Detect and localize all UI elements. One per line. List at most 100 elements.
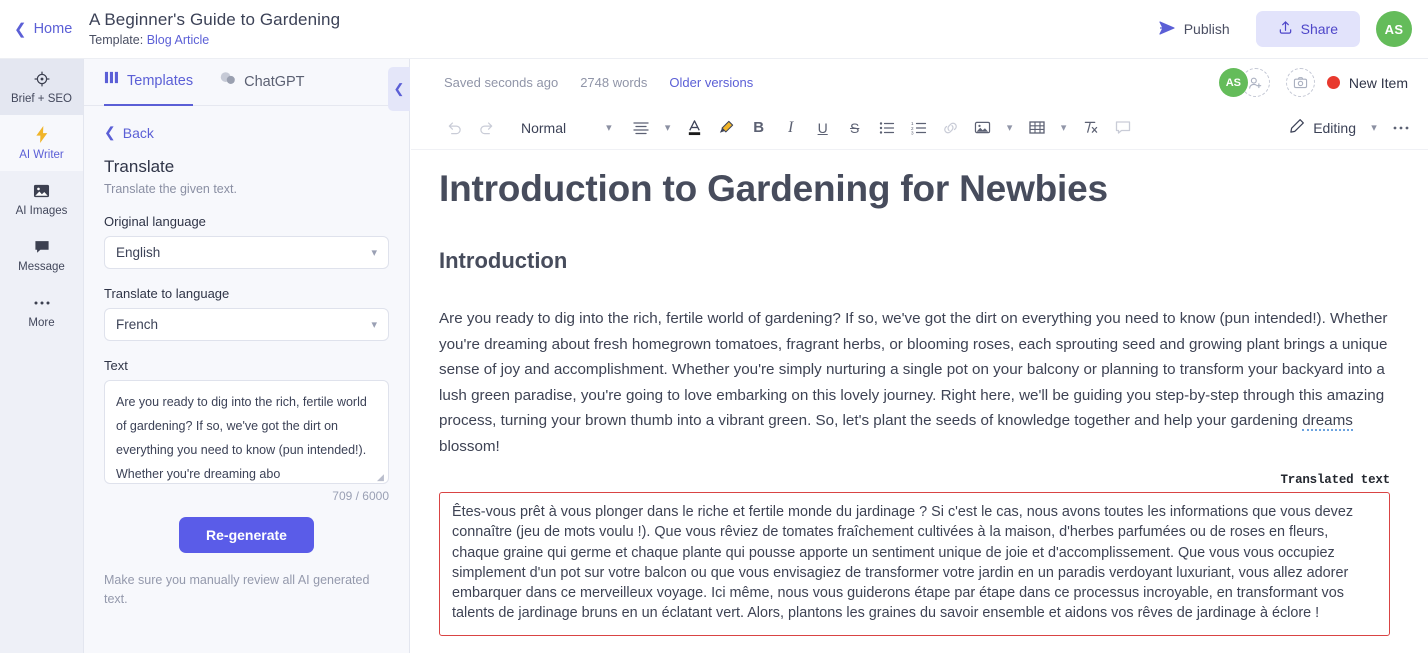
document-paragraph: Are you ready to dig into the rich, fert… [439,306,1390,459]
bold-icon[interactable]: B [744,113,774,143]
target-icon [33,69,50,88]
text-color-icon[interactable] [680,113,710,143]
chevron-left-icon: ❮ [104,124,116,140]
template-prefix-label: Template: [89,33,144,47]
bullet-list-icon[interactable] [872,113,902,143]
editing-mode-button[interactable]: Editing [1283,118,1362,137]
rail-item-ai-images[interactable]: AI Images [0,171,83,227]
avatar[interactable]: AS [1376,11,1412,47]
ai-disclaimer-note: Make sure you manually review all AI gen… [104,573,370,606]
align-caret-icon[interactable]: ▾ [658,113,678,143]
template-link[interactable]: Blog Article [147,33,210,47]
text-input-value: Are you ready to dig into the rich, fert… [116,395,367,481]
comment-icon[interactable] [1108,113,1138,143]
editing-caret-icon[interactable]: ▾ [1364,113,1384,143]
tab-templates[interactable]: Templates [104,58,194,106]
document-canvas[interactable]: Introduction to Gardening for Newbies In… [411,150,1428,653]
rail-label: AI Images [15,205,68,217]
left-icon-rail: Brief + SEO AI Writer AI Images Message … [0,59,84,653]
rail-item-more[interactable]: More [0,283,83,339]
paragraph-text-part-1: Are you ready to dig into the rich, fert… [439,310,1388,429]
rail-label: AI Writer [19,149,64,161]
avatar[interactable]: AS [1218,68,1248,97]
pencil-icon [1289,118,1305,137]
editor-area: Saved seconds ago 2748 words Older versi… [411,59,1428,653]
rail-item-message[interactable]: Message [0,227,83,283]
rail-label: Message [18,261,65,273]
text-field-label: Text [104,358,128,373]
chevron-left-icon: ❮ [393,81,405,96]
chevron-down-icon: ▾ [606,122,612,134]
publish-button[interactable]: Publish [1149,15,1240,44]
original-language-select[interactable]: English ▾ [104,236,389,269]
share-button[interactable]: Share [1255,11,1360,47]
chevron-down-icon: ▾ [371,319,377,331]
collapse-panel-button[interactable]: ❮ [388,67,410,111]
rail-item-brief-seo[interactable]: Brief + SEO [0,59,83,115]
resize-handle-icon[interactable]: ◢ [377,473,386,482]
image-icon[interactable] [968,113,998,143]
top-bar-actions: Publish Share AS [1149,11,1428,47]
panel-title: Translate [104,157,175,176]
underline-icon[interactable]: U [808,113,838,143]
send-icon [1159,20,1176,38]
lightning-icon [35,125,49,144]
document-title-group: A Beginner's Guide to Gardening Template… [89,9,340,49]
strikethrough-icon[interactable]: S [840,113,870,143]
spellcheck-word: dreams [1302,412,1353,431]
template-line: Template: Blog Article [89,31,340,49]
translated-text-box[interactable]: Êtes-vous prêt à vous plonger dans le ri… [439,492,1390,636]
link-icon[interactable] [936,113,966,143]
chat-icon [219,59,236,106]
original-language-value: English [116,245,161,260]
regenerate-button[interactable]: Re-generate [179,517,314,553]
publish-label: Publish [1183,21,1230,37]
target-language-select[interactable]: French ▾ [104,308,389,341]
ellipsis-icon [33,293,51,312]
rail-label: More [28,317,55,329]
translated-text-content: Êtes-vous prêt à vous plonger dans le ri… [452,504,1354,622]
italic-icon[interactable]: I [776,113,806,143]
saved-status: Saved seconds ago [444,75,559,90]
home-label: Home [33,21,73,37]
editing-label: Editing [1313,119,1356,136]
redo-icon[interactable] [471,113,501,143]
back-label: Back [122,124,154,141]
add-image-icon[interactable] [1285,68,1315,97]
older-versions-link[interactable]: Older versions [669,75,753,90]
templates-icon [104,58,119,105]
paragraph-text-part-2: blossom! [439,437,500,455]
message-icon [34,237,50,256]
align-icon[interactable] [626,113,656,143]
left-panel: Templates ChatGPT ❮ ❮ Back Translate Tra… [84,59,410,653]
character-counter: 709 / 6000 [332,489,389,503]
tab-label: Templates [127,72,194,89]
paragraph-style-select[interactable]: Normal ▾ [517,120,616,136]
chevron-down-icon: ▾ [371,247,377,259]
editor-status-actions: AS New Item [1218,68,1412,97]
text-input[interactable]: Are you ready to dig into the rich, fert… [104,380,389,484]
table-caret-icon[interactable]: ▾ [1054,113,1074,143]
share-label: Share [1300,21,1338,37]
panel-body: ❮ Back Translate Translate the given tex… [84,106,409,609]
home-link[interactable]: ❮ Home [0,21,84,37]
document-heading-2: Introduction [439,248,568,273]
more-options-icon[interactable] [1386,113,1416,143]
new-item-label: New Item [1348,74,1408,91]
highlighter-icon[interactable] [712,113,742,143]
toolbar-right-group: Editing ▾ [1283,113,1416,143]
top-bar: ❮ Home A Beginner's Guide to Gardening T… [0,0,1428,59]
table-icon[interactable] [1022,113,1052,143]
clear-format-icon[interactable] [1076,113,1106,143]
undo-icon[interactable] [439,113,469,143]
back-button[interactable]: ❮ Back [104,124,389,141]
tab-chatgpt[interactable]: ChatGPT [219,59,305,106]
numbered-list-icon[interactable]: 123 [904,113,934,143]
image-caret-icon[interactable]: ▾ [1000,113,1020,143]
new-item-button[interactable]: New Item [1326,74,1412,91]
rail-label: Brief + SEO [10,93,73,105]
rail-item-ai-writer[interactable]: AI Writer [0,115,83,171]
document-heading-1: Introduction to Gardening for Newbies [439,168,1108,209]
page-title: A Beginner's Guide to Gardening [89,10,341,29]
target-language-label: Translate to language [104,286,230,301]
